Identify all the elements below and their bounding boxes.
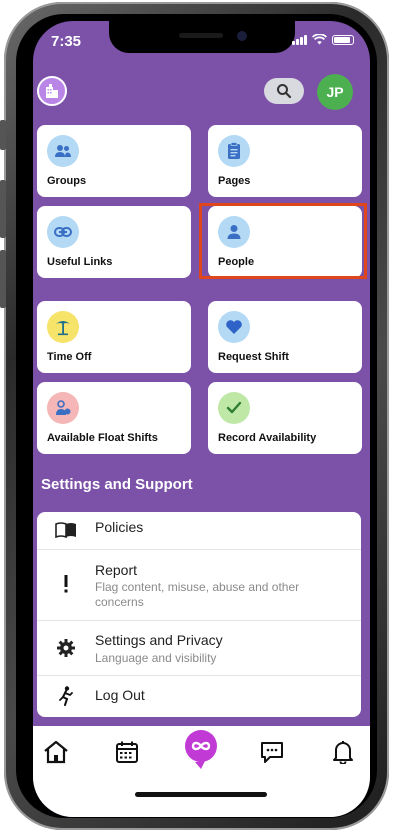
chat-icon[interactable] <box>258 738 286 766</box>
item-subtitle: Flag content, misuse, abuse and other co… <box>95 580 300 609</box>
tile-label: Record Availability <box>218 432 317 444</box>
tile-request-shift[interactable]: Request Shift <box>208 301 362 373</box>
book-icon <box>55 519 77 541</box>
tile-label: Useful Links <box>47 256 113 268</box>
groups-icon <box>47 135 79 167</box>
infinity-icon[interactable] <box>183 730 219 770</box>
search-button[interactable] <box>264 78 304 104</box>
tile-groups[interactable]: Groups <box>37 125 191 197</box>
link-icon <box>47 216 79 248</box>
mute-switch <box>0 120 6 150</box>
running-person-icon <box>55 685 77 707</box>
section-title: Settings and Support <box>41 476 193 493</box>
float-person-icon <box>47 392 79 424</box>
battery-icon <box>332 34 354 45</box>
palm-tree-icon <box>47 311 79 343</box>
bottom-tab-bar <box>33 726 370 817</box>
calendar-icon[interactable] <box>113 738 141 766</box>
clipboard-icon <box>218 135 250 167</box>
volume-up-button <box>0 180 6 238</box>
highlight-box <box>199 203 367 279</box>
status-icons <box>292 34 354 45</box>
heart-icon <box>218 311 250 343</box>
signal-icon <box>292 34 307 45</box>
gear-icon <box>55 637 77 659</box>
exclamation-icon <box>55 573 77 595</box>
bell-icon[interactable] <box>329 738 357 766</box>
item-title: Log Out <box>95 687 145 703</box>
avatar[interactable]: JP <box>317 74 353 110</box>
policies-item[interactable]: Policies <box>37 512 361 550</box>
tile-record-availability[interactable]: Record Availability <box>208 382 362 454</box>
volume-down-button <box>0 250 6 308</box>
tile-label: Pages <box>218 175 251 187</box>
tile-label: Groups <box>47 175 87 187</box>
wifi-icon <box>312 34 327 45</box>
tile-pages[interactable]: Pages <box>208 125 362 197</box>
item-title: Report <box>95 562 138 578</box>
home-icon[interactable] <box>42 738 70 766</box>
tile-label: Available Float Shifts <box>47 432 158 444</box>
check-icon <box>218 392 250 424</box>
settings-privacy-item[interactable]: Settings and Privacy Language and visibi… <box>37 620 361 676</box>
item-title: Settings and Privacy <box>95 632 223 648</box>
notch <box>109 21 295 53</box>
report-item[interactable]: Report Flag content, misuse, abuse and o… <box>37 549 361 621</box>
item-title: Policies <box>95 519 144 535</box>
tile-label: Time Off <box>47 351 92 363</box>
tile-time-off[interactable]: Time Off <box>37 301 191 373</box>
settings-list: Policies Report Flag content, misuse, ab… <box>37 512 361 717</box>
tile-useful-links[interactable]: Useful Links <box>37 206 191 278</box>
tile-available-float-shifts[interactable]: Available Float Shifts <box>37 382 191 454</box>
status-time: 7:35 <box>51 33 82 50</box>
search-icon <box>277 84 292 99</box>
app-screen: 7:35 JP Groups Pages Useful Links People <box>33 21 370 817</box>
home-indicator[interactable] <box>135 792 267 797</box>
item-subtitle: Language and visibility <box>95 651 217 665</box>
tile-label: Request Shift <box>218 351 289 363</box>
building-icon[interactable] <box>37 76 67 106</box>
logout-item[interactable]: Log Out <box>37 675 361 717</box>
